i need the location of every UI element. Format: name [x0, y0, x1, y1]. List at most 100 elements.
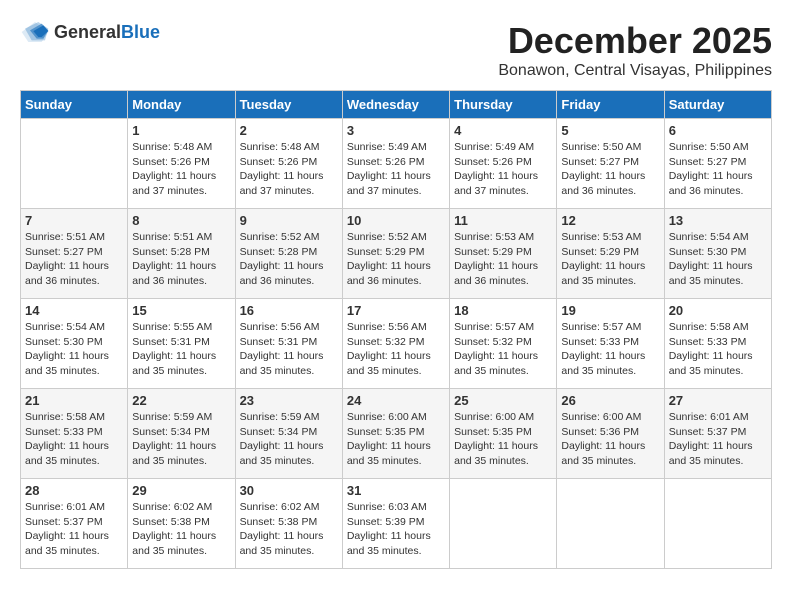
day-info: Sunrise: 5:54 AMSunset: 5:30 PMDaylight:…: [25, 320, 123, 379]
calendar-cell: 27Sunrise: 6:01 AMSunset: 5:37 PMDayligh…: [664, 389, 771, 479]
calendar-cell: 25 Sunrise: 6:00 AMSunset: 5:35 PMDayligh…: [450, 389, 557, 479]
day-info: Sunrise: 6:02 AMSunset: 5:38 PMDaylight:…: [132, 500, 230, 559]
day-number: 25: [454, 393, 552, 408]
day-info: Sunrise: 5:54 AMSunset: 5:30 PMDaylight:…: [669, 230, 767, 289]
calendar-cell: [664, 479, 771, 569]
day-number: 17: [347, 303, 445, 318]
calendar-cell: 16 Sunrise: 5:56 AMSunset: 5:31 PMDayligh…: [235, 299, 342, 389]
logo-icon: [20, 20, 50, 44]
day-info: Sunrise: 5:52 AMSunset: 5:29 PMDaylight:…: [347, 230, 445, 289]
calendar-cell: 12 Sunrise: 5:53 AMSunset: 5:29 PMDayligh…: [557, 209, 664, 299]
day-number: 18: [454, 303, 552, 318]
day-info: Sunrise: 5:59 AMSunset: 5:34 PMDaylight:…: [240, 410, 338, 469]
weekday-header: Wednesday: [342, 91, 449, 119]
day-number: 22: [132, 393, 230, 408]
calendar-week-row: 1 Sunrise: 5:48 AMSunset: 5:26 PMDaylight…: [21, 119, 772, 209]
calendar-cell: 26Sunrise: 6:00 AMSunset: 5:36 PMDayligh…: [557, 389, 664, 479]
day-number: 12: [561, 213, 659, 228]
day-info: Sunrise: 5:48 AMSunset: 5:26 PMDaylight:…: [240, 140, 338, 199]
day-number: 13: [669, 213, 767, 228]
day-number: 5: [561, 123, 659, 138]
day-number: 23: [240, 393, 338, 408]
calendar-cell: 5 Sunrise: 5:50 AMSunset: 5:27 PMDaylight…: [557, 119, 664, 209]
calendar-cell: 13 Sunrise: 5:54 AMSunset: 5:30 PMDayligh…: [664, 209, 771, 299]
calendar-week-row: 7 Sunrise: 5:51 AMSunset: 5:27 PMDaylight…: [21, 209, 772, 299]
day-number: 2: [240, 123, 338, 138]
day-info: Sunrise: 6:02 AMSunset: 5:38 PMDaylight:…: [240, 500, 338, 559]
day-info: Sunrise: 5:56 AMSunset: 5:32 PMDaylight:…: [347, 320, 445, 379]
title-area: December 2025 Bonawon, Central Visayas, …: [498, 20, 772, 80]
calendar-week-row: 28 Sunrise: 6:01 AMSunset: 5:37 PMDayligh…: [21, 479, 772, 569]
calendar-cell: 10 Sunrise: 5:52 AMSunset: 5:29 PMDayligh…: [342, 209, 449, 299]
day-info: Sunrise: 5:57 AMSunset: 5:33 PMDaylight:…: [561, 320, 659, 379]
day-number: 7: [25, 213, 123, 228]
calendar-cell: 8Sunrise: 5:51 AMSunset: 5:28 PMDaylight…: [128, 209, 235, 299]
calendar-week-row: 21 Sunrise: 5:58 AMSunset: 5:33 PMDayligh…: [21, 389, 772, 479]
calendar-cell: 2 Sunrise: 5:48 AMSunset: 5:26 PMDaylight…: [235, 119, 342, 209]
day-number: 30: [240, 483, 338, 498]
day-info: Sunrise: 5:55 AMSunset: 5:31 PMDaylight:…: [132, 320, 230, 379]
day-info: Sunrise: 5:49 AMSunset: 5:26 PMDaylight:…: [347, 140, 445, 199]
calendar-cell: 18 Sunrise: 5:57 AMSunset: 5:32 PMDayligh…: [450, 299, 557, 389]
calendar-cell: 21 Sunrise: 5:58 AMSunset: 5:33 PMDayligh…: [21, 389, 128, 479]
day-info: Sunrise: 5:49 AMSunset: 5:26 PMDaylight:…: [454, 140, 552, 199]
day-info: Sunrise: 5:50 AMSunset: 5:27 PMDaylight:…: [669, 140, 767, 199]
header: General Blue December 2025 Bonawon, Cent…: [20, 20, 772, 80]
day-number: 29: [132, 483, 230, 498]
day-info: Sunrise: 5:48 AMSunset: 5:26 PMDaylight:…: [132, 140, 230, 199]
day-info: Sunrise: 5:57 AMSunset: 5:32 PMDaylight:…: [454, 320, 552, 379]
calendar-cell: 17 Sunrise: 5:56 AMSunset: 5:32 PMDayligh…: [342, 299, 449, 389]
day-number: 19: [561, 303, 659, 318]
calendar-cell: 1 Sunrise: 5:48 AMSunset: 5:26 PMDaylight…: [128, 119, 235, 209]
calendar-table: SundayMondayTuesdayWednesdayThursdayFrid…: [20, 90, 772, 569]
day-number: 3: [347, 123, 445, 138]
day-number: 1: [132, 123, 230, 138]
calendar-cell: [21, 119, 128, 209]
calendar-cell: 30 Sunrise: 6:02 AMSunset: 5:38 PMDayligh…: [235, 479, 342, 569]
calendar-cell: 24 Sunrise: 6:00 AMSunset: 5:35 PMDayligh…: [342, 389, 449, 479]
day-number: 8: [132, 213, 230, 228]
weekday-header: Saturday: [664, 91, 771, 119]
calendar-cell: 20Sunrise: 5:58 AMSunset: 5:33 PMDayligh…: [664, 299, 771, 389]
weekday-header: Thursday: [450, 91, 557, 119]
calendar-cell: 9 Sunrise: 5:52 AMSunset: 5:28 PMDaylight…: [235, 209, 342, 299]
day-number: 10: [347, 213, 445, 228]
calendar-cell: [557, 479, 664, 569]
day-number: 16: [240, 303, 338, 318]
day-number: 27: [669, 393, 767, 408]
calendar-cell: 29 Sunrise: 6:02 AMSunset: 5:38 PMDayligh…: [128, 479, 235, 569]
day-info: Sunrise: 5:51 AMSunset: 5:27 PMDaylight:…: [25, 230, 123, 289]
day-info: Sunrise: 6:01 AMSunset: 5:37 PMDaylight:…: [25, 500, 123, 559]
day-info: Sunrise: 6:00 AMSunset: 5:35 PMDaylight:…: [454, 410, 552, 469]
day-info: Sunrise: 5:50 AMSunset: 5:27 PMDaylight:…: [561, 140, 659, 199]
day-number: 6: [669, 123, 767, 138]
day-number: 21: [25, 393, 123, 408]
calendar-cell: 14 Sunrise: 5:54 AMSunset: 5:30 PMDayligh…: [21, 299, 128, 389]
calendar-cell: 19 Sunrise: 5:57 AMSunset: 5:33 PMDayligh…: [557, 299, 664, 389]
day-info: Sunrise: 5:53 AMSunset: 5:29 PMDaylight:…: [454, 230, 552, 289]
day-info: Sunrise: 5:53 AMSunset: 5:29 PMDaylight:…: [561, 230, 659, 289]
location-title: Bonawon, Central Visayas, Philippines: [498, 62, 772, 80]
weekday-header: Monday: [128, 91, 235, 119]
day-info: Sunrise: 5:56 AMSunset: 5:31 PMDaylight:…: [240, 320, 338, 379]
calendar-cell: 23 Sunrise: 5:59 AMSunset: 5:34 PMDayligh…: [235, 389, 342, 479]
day-number: 4: [454, 123, 552, 138]
day-number: 20: [669, 303, 767, 318]
day-number: 28: [25, 483, 123, 498]
calendar-cell: 22 Sunrise: 5:59 AMSunset: 5:34 PMDayligh…: [128, 389, 235, 479]
day-info: Sunrise: 5:52 AMSunset: 5:28 PMDaylight:…: [240, 230, 338, 289]
day-info: Sunrise: 6:00 AMSunset: 5:35 PMDaylight:…: [347, 410, 445, 469]
day-number: 31: [347, 483, 445, 498]
day-number: 14: [25, 303, 123, 318]
calendar-cell: 6 Sunrise: 5:50 AMSunset: 5:27 PMDaylight…: [664, 119, 771, 209]
day-number: 11: [454, 213, 552, 228]
weekday-header: Sunday: [21, 91, 128, 119]
weekday-header: Tuesday: [235, 91, 342, 119]
day-number: 9: [240, 213, 338, 228]
day-info: Sunrise: 6:03 AMSunset: 5:39 PMDaylight:…: [347, 500, 445, 559]
day-info: Sunrise: 5:59 AMSunset: 5:34 PMDaylight:…: [132, 410, 230, 469]
day-info: Sunrise: 5:58 AMSunset: 5:33 PMDaylight:…: [25, 410, 123, 469]
calendar-cell: 3 Sunrise: 5:49 AMSunset: 5:26 PMDaylight…: [342, 119, 449, 209]
calendar-header-row: SundayMondayTuesdayWednesdayThursdayFrid…: [21, 91, 772, 119]
day-number: 24: [347, 393, 445, 408]
